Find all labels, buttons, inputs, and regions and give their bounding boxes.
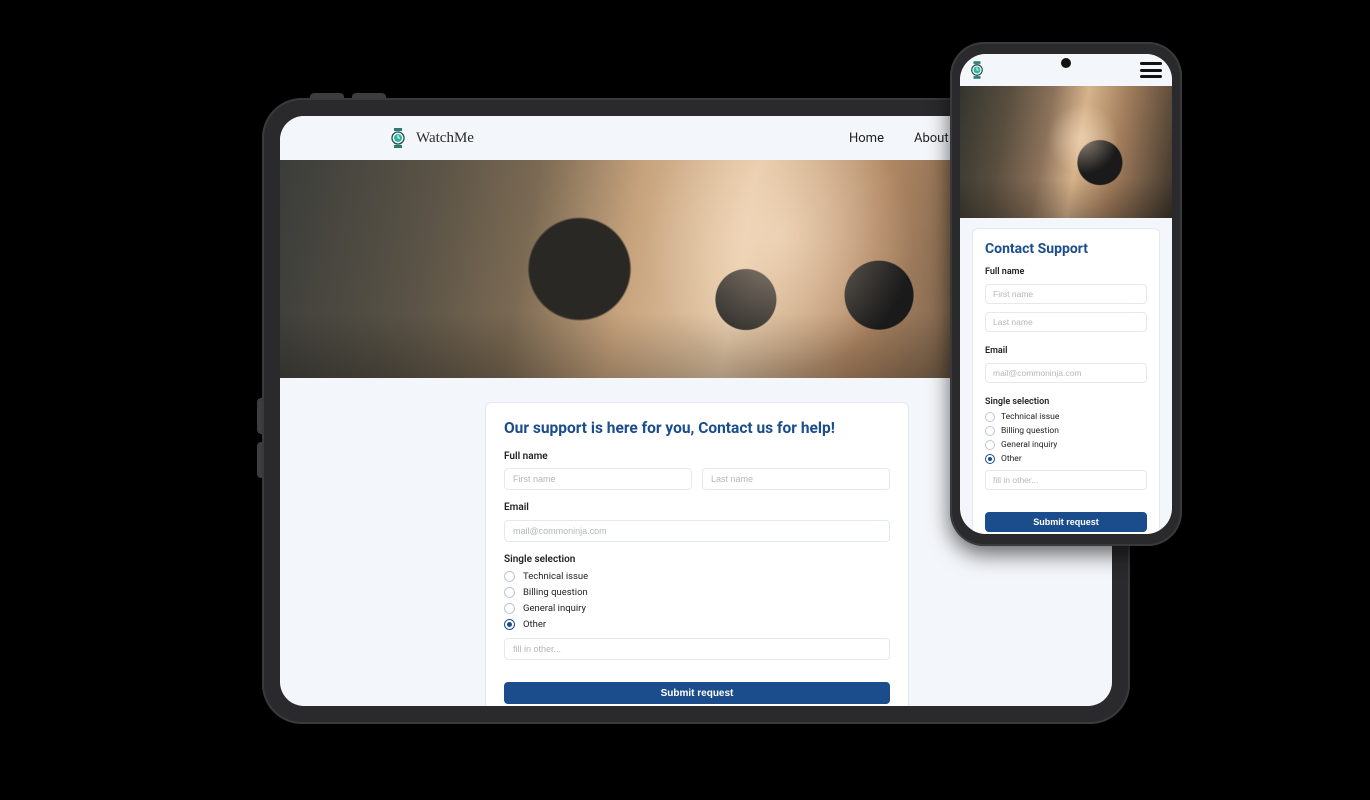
radio-technical[interactable]: Technical issue: [504, 571, 890, 582]
mobile-email-input[interactable]: [985, 363, 1147, 383]
radio-icon: [985, 426, 995, 436]
radio-label: Other: [523, 619, 546, 630]
lastname-input[interactable]: [702, 468, 890, 490]
watch-icon: [970, 61, 984, 79]
other-input[interactable]: [504, 638, 890, 660]
mobile-radio-general[interactable]: General inquiry: [985, 440, 1147, 450]
radio-icon: [504, 603, 515, 614]
brand-name: WatchMe: [416, 130, 474, 147]
radio-label: General inquiry: [1001, 440, 1057, 450]
radio-other[interactable]: Other: [504, 619, 890, 630]
selection-label: Single selection: [504, 554, 890, 565]
radio-icon: [504, 587, 515, 598]
radio-icon: [985, 454, 995, 464]
mobile-submit-button[interactable]: Submit request: [985, 512, 1147, 532]
radio-label: Technical issue: [1001, 412, 1059, 422]
phone-camera: [1061, 58, 1071, 68]
mobile-radio-group: Technical issue Billing question General…: [985, 412, 1147, 464]
email-label: Email: [504, 502, 890, 513]
radio-label: Technical issue: [523, 571, 588, 582]
mobile-lastname-input[interactable]: [985, 312, 1147, 332]
contact-form: Our support is here for you, Contact us …: [485, 402, 909, 706]
radio-general[interactable]: General inquiry: [504, 603, 890, 614]
radio-icon: [504, 619, 515, 630]
radio-icon: [504, 571, 515, 582]
menu-icon[interactable]: [1140, 62, 1162, 78]
mobile-firstname-input[interactable]: [985, 284, 1147, 304]
tablet-button: [257, 442, 262, 478]
mobile-contact-form: Contact Support Full name Email Single s…: [972, 228, 1160, 534]
mobile-email-label: Email: [985, 346, 1147, 356]
radio-label: Other: [1001, 454, 1022, 464]
radio-label: Billing question: [1001, 426, 1059, 436]
radio-label: Billing question: [523, 587, 588, 598]
mobile-hero-image: [960, 86, 1172, 218]
mobile-form-title: Contact Support: [985, 241, 1147, 257]
watch-icon: [390, 128, 406, 148]
tablet-button: [310, 93, 344, 98]
radio-billing[interactable]: Billing question: [504, 587, 890, 598]
mobile-radio-other[interactable]: Other: [985, 454, 1147, 464]
phone-device: Contact Support Full name Email Single s…: [950, 42, 1182, 546]
mobile-radio-technical[interactable]: Technical issue: [985, 412, 1147, 422]
submit-button[interactable]: Submit request: [504, 682, 890, 704]
tablet-button: [352, 93, 386, 98]
radio-icon: [985, 412, 995, 422]
phone-screen: Contact Support Full name Email Single s…: [960, 54, 1172, 534]
radio-icon: [985, 440, 995, 450]
logo[interactable]: WatchMe: [390, 128, 474, 148]
tablet-button: [257, 398, 262, 434]
email-input[interactable]: [504, 520, 890, 542]
mobile-fullname-label: Full name: [985, 267, 1147, 277]
nav-item-home[interactable]: Home: [849, 131, 884, 146]
mobile-radio-billing[interactable]: Billing question: [985, 426, 1147, 436]
mobile-other-input[interactable]: [985, 470, 1147, 490]
form-title: Our support is here for you, Contact us …: [504, 419, 890, 437]
radio-group: Technical issue Billing question General…: [504, 571, 890, 630]
mobile-selection-label: Single selection: [985, 397, 1147, 407]
fullname-label: Full name: [504, 451, 890, 462]
radio-label: General inquiry: [523, 603, 586, 614]
firstname-input[interactable]: [504, 468, 692, 490]
